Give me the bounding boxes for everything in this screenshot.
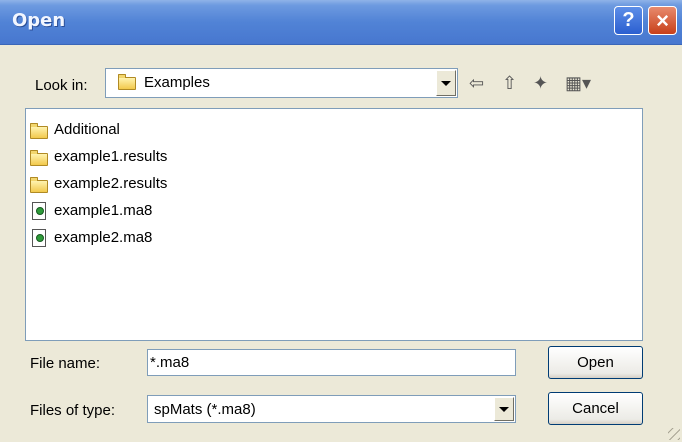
dialog-title: Open bbox=[12, 10, 66, 31]
look-in-label: Look in: bbox=[35, 77, 88, 94]
new-folder-icon[interactable]: ✦ bbox=[533, 72, 548, 94]
file-list[interactable]: Additional example1.results example2.res… bbox=[25, 108, 643, 341]
up-folder-icon[interactable]: ⇧ bbox=[502, 72, 517, 94]
close-button[interactable]: × bbox=[648, 6, 677, 35]
item-label: example2.results bbox=[54, 175, 168, 192]
file-name-input[interactable] bbox=[148, 350, 515, 375]
chevron-down-icon[interactable] bbox=[494, 397, 514, 421]
chevron-down-icon[interactable] bbox=[436, 70, 456, 96]
folder-icon bbox=[30, 177, 48, 193]
file-type-dropdown[interactable]: spMats (*.ma8) bbox=[147, 395, 516, 423]
back-icon[interactable]: ⇦ bbox=[469, 72, 484, 94]
item-label: example2.ma8 bbox=[54, 229, 153, 246]
file-type-value: spMats (*.ma8) bbox=[154, 401, 256, 418]
file-type-label: Files of type: bbox=[30, 402, 116, 419]
open-dialog: Open ? × Look in: Examples ⇦ ⇧ ✦ ▦▾ Addi… bbox=[0, 0, 682, 442]
file-icon bbox=[32, 202, 46, 220]
open-button[interactable]: Open bbox=[548, 346, 643, 379]
file-name-label: File name: bbox=[30, 355, 101, 372]
cancel-button[interactable]: Cancel bbox=[548, 392, 643, 425]
title-bar[interactable]: Open ? × bbox=[0, 0, 682, 45]
look-in-value: Examples bbox=[144, 74, 210, 91]
item-label: Additional bbox=[54, 121, 120, 138]
help-button[interactable]: ? bbox=[614, 6, 643, 35]
folder-icon bbox=[118, 74, 136, 90]
folder-icon bbox=[30, 123, 48, 139]
item-label: example1.results bbox=[54, 148, 168, 165]
file-icon bbox=[32, 229, 46, 247]
folder-icon bbox=[30, 150, 48, 166]
file-name-field[interactable] bbox=[147, 349, 516, 376]
look-in-dropdown[interactable]: Examples bbox=[105, 68, 458, 98]
item-label: example1.ma8 bbox=[54, 202, 153, 219]
resize-grip-icon[interactable] bbox=[668, 428, 680, 440]
view-menu-icon[interactable]: ▦▾ bbox=[565, 72, 591, 94]
